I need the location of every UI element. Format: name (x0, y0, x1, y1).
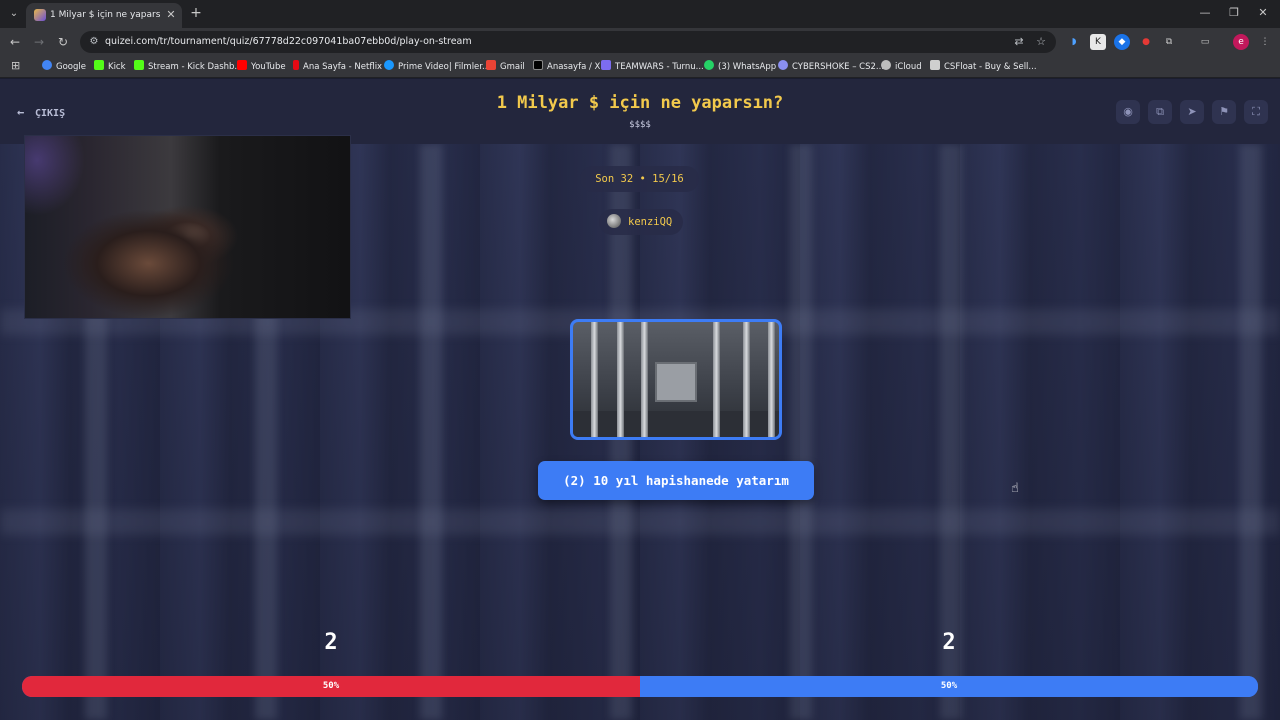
site-favicon-icon (34, 9, 46, 21)
left-vote-percent: 50% (322, 681, 340, 691)
bookmark-item[interactable]: (3) WhatsApp (704, 59, 776, 75)
cell-bar (591, 322, 598, 437)
bookmark-item[interactable]: Ana Sayfa - Netflix (293, 59, 382, 75)
sidebar-icon[interactable]: ▭ (1197, 34, 1213, 50)
youtube-icon (237, 60, 247, 70)
minimize-icon[interactable]: — (1196, 5, 1214, 21)
cell-bar (617, 322, 624, 437)
fullscreen-icon[interactable]: ⛶ (1244, 100, 1268, 124)
bookmarks-bar: ⊞ Google Kick Stream - Kick Dashb... You… (0, 56, 1280, 78)
cell-floor (573, 411, 779, 437)
kick-icon (134, 60, 144, 70)
prime-video-icon (384, 60, 394, 70)
quiz-title: 1 Milyar $ için ne yaparsın? (496, 93, 784, 113)
bookmark-item[interactable]: Anasayfa / X (533, 59, 600, 75)
csfloat-icon (930, 60, 940, 70)
extension-audio-icon[interactable]: ◗ (1066, 34, 1082, 50)
browser-tab-bar: ⌄ 1 Milyar $ için ne yaparsın? - Q ✕ + —… (0, 0, 1280, 28)
share-icon[interactable]: ⧉ (1148, 100, 1172, 124)
cell-bar (743, 322, 750, 437)
bookmark-star-icon[interactable]: ☆ (1034, 35, 1048, 49)
cell-bar (641, 322, 648, 437)
avatar (607, 214, 621, 228)
site-info-icon[interactable]: ⚙ (87, 35, 101, 49)
x-icon (533, 60, 543, 70)
extension-k-icon[interactable]: K (1090, 34, 1106, 50)
left-vote-count: 2 (324, 630, 338, 655)
bookmark-item[interactable]: Google (42, 59, 86, 75)
vote-progress-bar: 50% 50% (22, 676, 1258, 697)
bookmark-item[interactable]: Prime Video| Filmler... (384, 59, 490, 75)
address-bar[interactable]: ⚙ quizei.com/tr/tournament/quiz/67778d22… (80, 31, 1056, 53)
reload-icon[interactable]: ↻ (55, 34, 71, 50)
lock-icon (655, 362, 697, 402)
background-bar (420, 144, 442, 720)
teamwars-icon (601, 60, 611, 70)
cell-bar (713, 322, 720, 437)
quiz-subtitle: $$$$ (629, 120, 651, 130)
extensions-puzzle-icon[interactable]: ⧉ (1161, 34, 1177, 50)
bookmark-item[interactable]: CYBERSHOKE – CS2... (778, 59, 884, 75)
exit-label: ÇIKIŞ (35, 108, 66, 119)
whatsapp-icon (704, 60, 714, 70)
bookmark-item[interactable]: CSFloat - Buy & Sell... (930, 59, 1037, 75)
right-vote-percent: 50% (940, 681, 958, 691)
exit-button[interactable]: ← ÇIKIŞ (17, 104, 65, 120)
username: kenziQQ (628, 216, 673, 228)
browser-toolbar: ← → ↻ ⚙ quizei.com/tr/tournament/quiz/67… (0, 28, 1280, 56)
bookmark-item[interactable]: YouTube (237, 59, 286, 75)
google-icon (42, 60, 52, 70)
bookmark-item[interactable]: Kick (94, 59, 126, 75)
background-bar (1240, 144, 1262, 720)
flag-icon[interactable]: ⚑ (1212, 100, 1236, 124)
apple-icon (881, 60, 891, 70)
hand-cursor-icon: ☝ (1011, 481, 1019, 496)
profile-avatar-icon[interactable]: e (1233, 34, 1249, 50)
extension-red-icon[interactable]: ● (1138, 34, 1154, 50)
user-badge: kenziQQ (599, 209, 683, 235)
arrow-left-icon: ← (17, 105, 25, 119)
send-icon[interactable]: ➤ (1180, 100, 1204, 124)
round-indicator: Son 32 • 15/16 (580, 166, 699, 192)
background-bar (790, 144, 812, 720)
browser-tab-active[interactable]: 1 Milyar $ için ne yaparsın? - Q ✕ (26, 3, 182, 28)
address-url[interactable]: quizei.com/tr/tournament/quiz/67778d22c0… (105, 35, 472, 49)
quiz-page: ← ÇIKIŞ 1 Milyar $ için ne yaparsın? $$$$… (0, 79, 1280, 720)
choice-image[interactable] (570, 319, 782, 440)
cybershoke-icon (778, 60, 788, 70)
back-icon[interactable]: ← (7, 34, 23, 50)
tab-title: 1 Milyar $ için ne yaparsın? - Q (50, 10, 160, 20)
window-close-icon[interactable]: ✕ (1254, 5, 1272, 21)
webcam-light (25, 136, 85, 216)
webcam-overlay (24, 135, 351, 319)
gmail-icon (486, 60, 496, 70)
restore-icon[interactable]: ❐ (1225, 5, 1243, 21)
extension-shield-icon[interactable]: ◆ (1114, 34, 1130, 50)
background-rail (0, 509, 1280, 535)
translate-icon[interactable]: ⇄ (1012, 35, 1026, 49)
more-menu-icon[interactable]: ⋮ (1257, 34, 1273, 50)
kick-icon (94, 60, 104, 70)
bookmark-item[interactable]: Stream - Kick Dashb... (134, 59, 243, 75)
choice-button[interactable]: (2) 10 yıl hapishanede yatarım (538, 461, 814, 500)
tab-search-icon[interactable]: ⌄ (6, 6, 22, 22)
new-tab-icon[interactable]: + (188, 5, 204, 21)
forward-icon[interactable]: → (31, 34, 47, 50)
netflix-icon (293, 60, 299, 70)
apps-grid-icon[interactable]: ⊞ (11, 60, 23, 72)
eye-icon[interactable]: ◉ (1116, 100, 1140, 124)
bookmark-item[interactable]: Gmail (486, 59, 525, 75)
bookmark-item[interactable]: iCloud (881, 59, 922, 75)
bookmark-item[interactable]: TEAMWARS - Turnu... (601, 59, 704, 75)
cell-bar (768, 322, 775, 437)
right-vote-count: 2 (942, 630, 956, 655)
tab-close-icon[interactable]: ✕ (164, 8, 178, 22)
